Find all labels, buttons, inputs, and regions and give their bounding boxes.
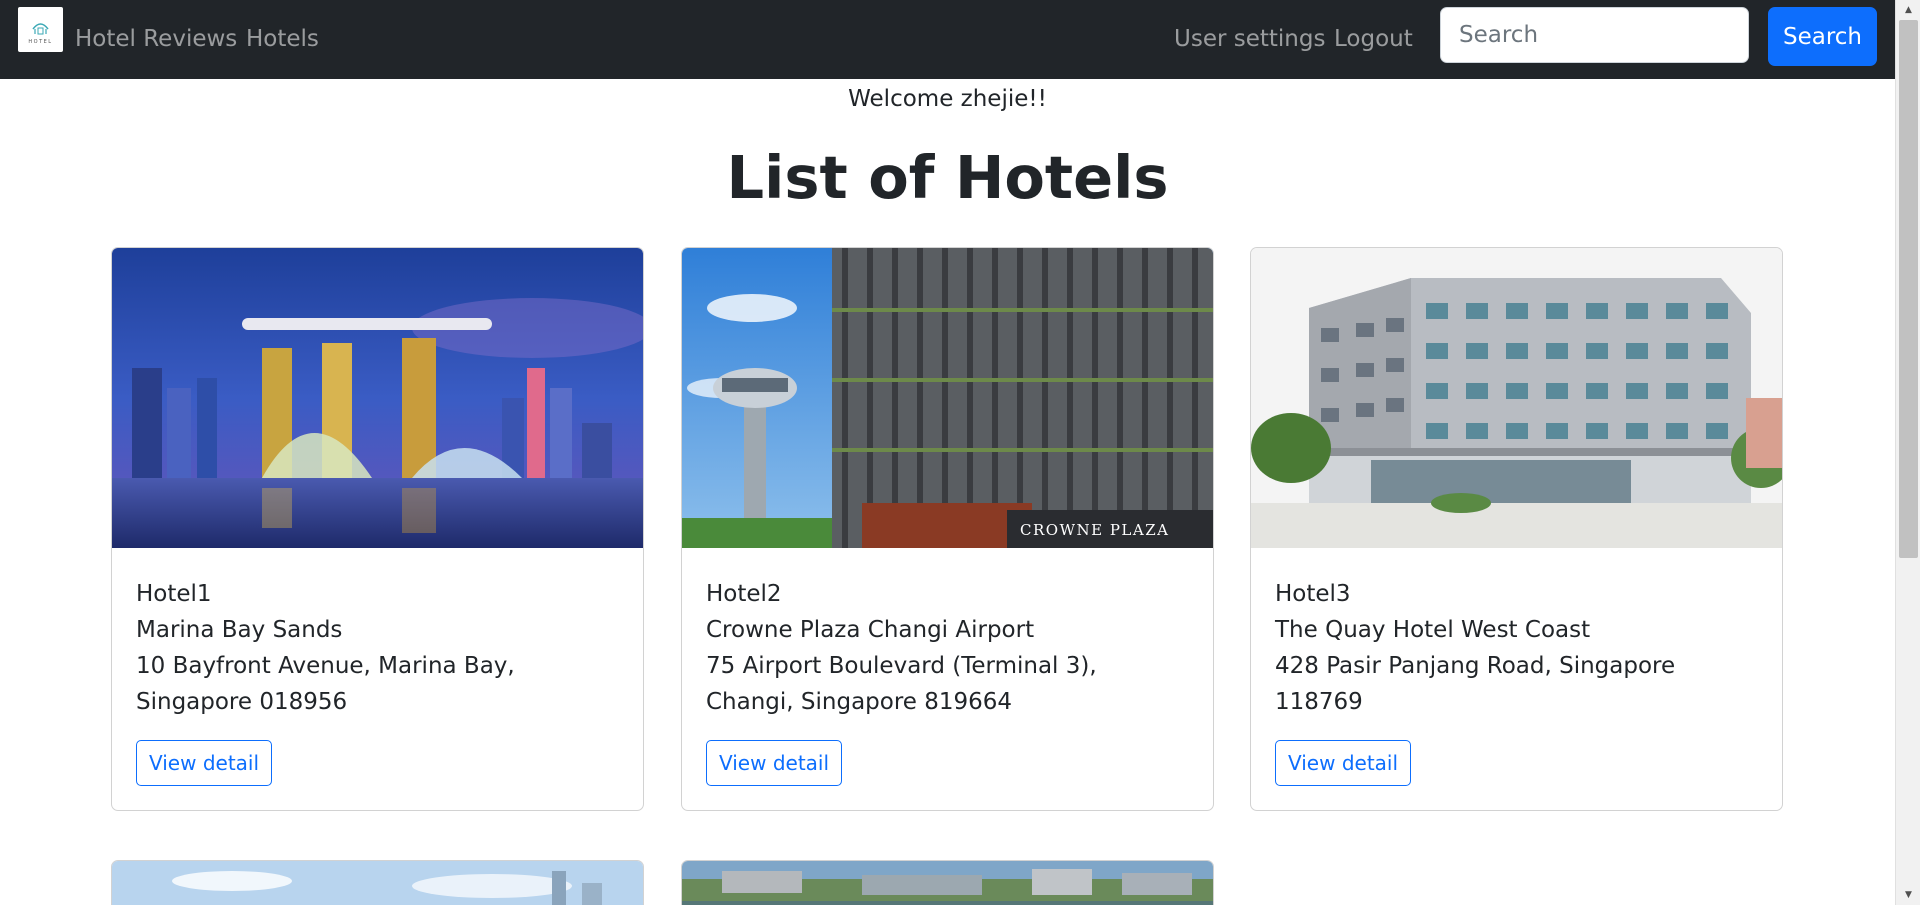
nav-link-hotels[interactable]: Hotels bbox=[246, 24, 319, 54]
hotel-address: 428 Pasir Panjang Road, Singapore 118769 bbox=[1275, 653, 1676, 715]
hotel-card: CROWNE PLAZA Hotel2 Crowne Plaza Changi … bbox=[681, 247, 1214, 811]
hotel-card-partial bbox=[681, 860, 1214, 905]
hotel-image-city-skyline bbox=[112, 861, 643, 905]
scrollbar-thumb[interactable] bbox=[1899, 20, 1918, 558]
brand-link[interactable]: Hotel Reviews bbox=[75, 24, 237, 54]
hotel-card: Hotel3 The Quay Hotel West Coast 428 Pas… bbox=[1250, 247, 1783, 811]
hotel-logo-icon[interactable]: HOTEL bbox=[18, 7, 63, 52]
crowne-plaza-sign: CROWNE PLAZA bbox=[1020, 521, 1169, 539]
hotel-card-body: Hotel1 Marina Bay Sands 10 Bayfront Aven… bbox=[112, 548, 643, 810]
hotel-address: 75 Airport Boulevard (Terminal 3), Chang… bbox=[706, 653, 1097, 715]
welcome-message: Welcome zhejie!! bbox=[848, 86, 1047, 112]
hotel-name: The Quay Hotel West Coast bbox=[1275, 617, 1591, 643]
hotel-address: 10 Bayfront Avenue, Marina Bay, Singapor… bbox=[136, 653, 515, 715]
hotel-image-quay-hotel bbox=[1251, 248, 1782, 548]
view-detail-button[interactable]: View detail bbox=[1275, 740, 1412, 786]
hotel-label: Hotel3 bbox=[1275, 581, 1351, 607]
hotel-label: Hotel1 bbox=[136, 581, 212, 607]
hotel-name: Marina Bay Sands bbox=[136, 617, 343, 643]
hotel-card-partial bbox=[111, 860, 644, 905]
svg-text:HOTEL: HOTEL bbox=[28, 39, 52, 45]
view-detail-button[interactable]: View detail bbox=[706, 740, 843, 786]
scroll-down-arrow-icon[interactable]: ▼ bbox=[1896, 885, 1920, 905]
hotel-label: Hotel2 bbox=[706, 581, 782, 607]
page: HOTEL Hotel Reviews Hotels User settings… bbox=[0, 0, 1920, 905]
top-navbar: HOTEL Hotel Reviews Hotels User settings… bbox=[0, 0, 1895, 79]
hotel-card-body: Hotel2 Crowne Plaza Changi Airport 75 Ai… bbox=[682, 548, 1213, 810]
hotel-card: Hotel1 Marina Bay Sands 10 Bayfront Aven… bbox=[111, 247, 644, 811]
search-input[interactable] bbox=[1440, 7, 1749, 63]
hotel-image-crowne-plaza: CROWNE PLAZA bbox=[682, 248, 1213, 548]
nav-link-logout[interactable]: Logout bbox=[1334, 24, 1413, 54]
view-detail-button[interactable]: View detail bbox=[136, 740, 273, 786]
hotel-card-body: Hotel3 The Quay Hotel West Coast 428 Pas… bbox=[1251, 548, 1782, 810]
hotel-image-aerial-city bbox=[682, 861, 1213, 905]
page-title: List of Hotels bbox=[726, 143, 1169, 212]
hotel-name: Crowne Plaza Changi Airport bbox=[706, 617, 1035, 643]
search-button[interactable]: Search bbox=[1768, 7, 1877, 66]
page-scrollbar[interactable]: ▲ ▼ bbox=[1895, 0, 1920, 905]
hotel-image-marina-bay-sands bbox=[112, 248, 643, 548]
nav-link-user-settings[interactable]: User settings bbox=[1174, 24, 1325, 54]
scroll-up-arrow-icon[interactable]: ▲ bbox=[1896, 0, 1920, 20]
